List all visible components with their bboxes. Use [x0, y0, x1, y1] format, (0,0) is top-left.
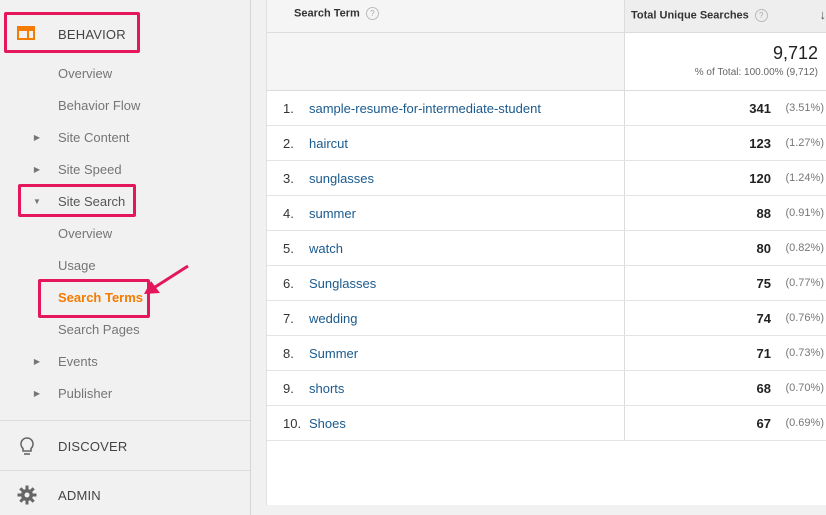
- totals-row: 9,712 % of Total: 100.00% (9,712): [267, 33, 826, 91]
- unique-searches-percent: (0.77%): [785, 277, 824, 289]
- search-term-link[interactable]: wedding: [309, 311, 357, 326]
- caret-right-icon: ▶: [33, 356, 41, 366]
- sidebar-item-site-content[interactable]: ▶ Site Content: [0, 122, 250, 152]
- table-row: 8. Summer 71 (0.73%): [267, 336, 826, 371]
- behavior-highlight: [4, 12, 140, 53]
- search-term-link[interactable]: sample-resume-for-intermediate-student: [309, 101, 541, 116]
- row-index: 7.: [283, 311, 294, 326]
- unique-searches-value: 120: [749, 171, 771, 186]
- unique-searches-percent: (0.82%): [785, 242, 824, 254]
- site-search-highlight: [18, 184, 136, 217]
- total-value: 9,712: [772, 43, 818, 63]
- table-row: 1. sample-resume-for-intermediate-student…: [267, 91, 826, 126]
- search-term-link[interactable]: sunglasses: [309, 171, 374, 186]
- table-row: 4. summer 88 (0.91%): [267, 196, 826, 231]
- row-index: 9.: [283, 381, 294, 396]
- table-row: 5. watch 80 (0.82%): [267, 231, 826, 266]
- search-term-link[interactable]: shorts: [309, 381, 344, 396]
- row-index: 3.: [283, 171, 294, 186]
- unique-searches-percent: (1.27%): [785, 137, 824, 149]
- row-index: 1.: [283, 101, 294, 116]
- table-header: Search Term? Total Unique Searches? ↓: [267, 0, 826, 33]
- table-row: 3. sunglasses 120 (1.24%): [267, 161, 826, 196]
- caret-right-icon: ▶: [33, 388, 41, 398]
- unique-searches-value: 71: [756, 346, 771, 361]
- row-index: 4.: [283, 206, 294, 221]
- unique-searches-percent: (1.24%): [785, 172, 824, 184]
- search-term-link[interactable]: haircut: [309, 136, 348, 151]
- unique-searches-percent: (3.51%): [785, 102, 824, 114]
- caret-right-icon: ▶: [33, 132, 41, 142]
- table-row: 10. Shoes 67 (0.69%): [267, 406, 826, 441]
- unique-searches-percent: (0.73%): [785, 347, 824, 359]
- search-terms-highlight: [38, 279, 150, 318]
- sidebar-item-site-speed[interactable]: ▶ Site Speed: [0, 154, 250, 184]
- sidebar-item-overview[interactable]: Overview: [0, 58, 250, 88]
- row-index: 6.: [283, 276, 294, 291]
- sort-desc-icon[interactable]: ↓: [820, 7, 826, 22]
- help-icon[interactable]: ?: [754, 9, 768, 22]
- table-row: 9. shorts 68 (0.70%): [267, 371, 826, 406]
- sidebar-item-behavior-flow[interactable]: Behavior Flow: [0, 90, 250, 120]
- discover-section[interactable]: DISCOVER: [0, 431, 250, 461]
- unique-searches-value: 75: [756, 276, 771, 291]
- help-icon[interactable]: ?: [365, 7, 379, 20]
- search-term-link[interactable]: watch: [309, 241, 343, 256]
- unique-searches-value: 74: [756, 311, 771, 326]
- lightbulb-icon: [19, 437, 35, 460]
- annotation-arrow-icon: [144, 264, 189, 294]
- sidebar: BEHAVIOR Overview Behavior Flow ▶ Site C…: [0, 0, 251, 515]
- gear-icon: [17, 485, 37, 508]
- unique-searches-value: 67: [756, 416, 771, 431]
- row-index: 5.: [283, 241, 294, 256]
- search-term-link[interactable]: summer: [309, 206, 356, 221]
- divider: [0, 470, 250, 471]
- table-row: 7. wedding 74 (0.76%): [267, 301, 826, 336]
- row-index: 10.: [283, 416, 302, 431]
- unique-searches-percent: (0.70%): [785, 382, 824, 394]
- sidebar-item-publisher[interactable]: ▶ Publisher: [0, 378, 250, 408]
- total-percent: % of Total: 100.00% (9,712): [694, 67, 818, 78]
- unique-searches-value: 88: [756, 206, 771, 221]
- column-header-total-unique-searches[interactable]: Total Unique Searches? ↓: [624, 0, 826, 32]
- sidebar-item-site-search-overview[interactable]: Overview: [0, 218, 250, 248]
- unique-searches-value: 341: [749, 101, 771, 116]
- caret-right-icon: ▶: [33, 164, 41, 174]
- unique-searches-value: 80: [756, 241, 771, 256]
- row-index: 8.: [283, 346, 294, 361]
- table-row: 2. haircut 123 (1.27%): [267, 126, 826, 161]
- search-term-link[interactable]: Sunglasses: [309, 276, 376, 291]
- unique-searches-percent: (0.69%): [785, 417, 824, 429]
- unique-searches-value: 68: [756, 381, 771, 396]
- row-index: 2.: [283, 136, 294, 151]
- sidebar-item-usage[interactable]: Usage: [0, 250, 250, 280]
- sidebar-item-events[interactable]: ▶ Events: [0, 346, 250, 376]
- column-header-search-term[interactable]: Search Term?: [294, 7, 379, 20]
- unique-searches-value: 123: [749, 136, 771, 151]
- table-row: 6. Sunglasses 75 (0.77%): [267, 266, 826, 301]
- search-term-link[interactable]: Shoes: [309, 416, 346, 431]
- unique-searches-percent: (0.76%): [785, 312, 824, 324]
- divider: [0, 420, 250, 421]
- search-term-link[interactable]: Summer: [309, 346, 358, 361]
- unique-searches-percent: (0.91%): [785, 207, 824, 219]
- admin-section[interactable]: ADMIN: [0, 480, 250, 510]
- search-terms-table: Search Term? Total Unique Searches? ↓ 9,…: [266, 0, 826, 505]
- sidebar-item-search-pages[interactable]: Search Pages: [0, 314, 250, 344]
